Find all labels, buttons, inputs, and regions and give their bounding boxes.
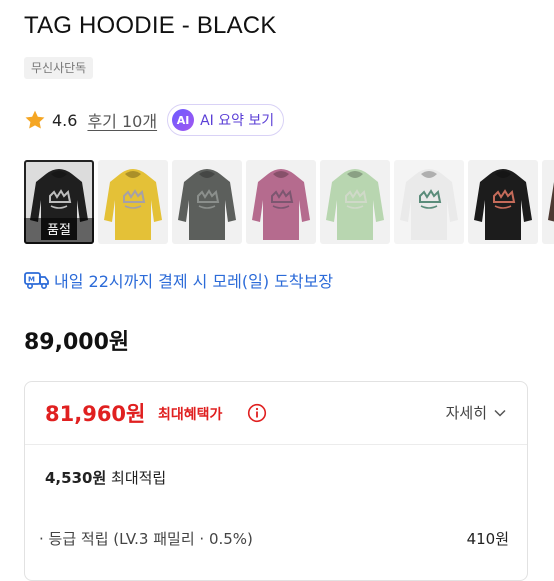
color-swatch-white[interactable] <box>394 160 464 244</box>
hoodie-thumbnail <box>468 160 538 244</box>
max-points-row: 4,530원 최대적립 <box>45 467 166 488</box>
rating-value: 4.6 <box>52 110 78 130</box>
hoodie-thumbnail <box>246 160 316 244</box>
color-swatch-black-2[interactable] <box>468 160 538 244</box>
star-icon <box>25 110 45 129</box>
max-benefit-row[interactable]: 81,960원 최대혜택가 자세히 <box>25 382 527 445</box>
review-count-link[interactable]: 후기 10개 <box>87 108 157 132</box>
exclusive-badge: 무신사단독 <box>24 57 94 79</box>
hoodie-thumbnail <box>98 160 168 244</box>
delivery-guarantee: M 내일 22시까지 결제 시 모레(일) 도착보장 <box>24 268 333 292</box>
hoodie-thumbnail <box>320 160 390 244</box>
max-benefit-price: 81,960원 <box>45 402 146 426</box>
hoodie-thumbnail <box>172 160 242 244</box>
grade-points-label: · 등급 적립 (LV.3 패밀리 · 0.5%) <box>39 530 253 548</box>
delivery-text: 내일 22시까지 결제 시 모레(일) 도착보장 <box>54 272 334 291</box>
hoodie-thumbnail <box>542 160 554 244</box>
grade-points-amount: 410원 <box>466 530 509 548</box>
color-swatch-charcoal[interactable] <box>172 160 242 244</box>
detail-toggle[interactable]: 자세히 <box>446 402 507 423</box>
chevron-down-icon <box>494 409 506 417</box>
color-swatch-yellow[interactable] <box>98 160 168 244</box>
info-icon[interactable] <box>247 403 267 423</box>
color-swatch-mauve[interactable] <box>246 160 316 244</box>
color-swatch-brown[interactable] <box>542 160 554 244</box>
color-swatch-list: 품절 <box>24 160 554 244</box>
product-title: TAG HOODIE - BLACK <box>24 12 277 39</box>
detail-label: 자세히 <box>445 404 487 422</box>
soldout-label: 품절 <box>24 218 94 244</box>
svg-text:M: M <box>28 276 35 284</box>
original-price: 89,000원 <box>24 330 130 355</box>
max-benefit-label: 최대혜택가 <box>158 407 223 423</box>
ai-summary-button[interactable]: AI AI 요약 보기 <box>167 104 285 136</box>
hoodie-thumbnail <box>394 160 464 244</box>
benefit-card: 81,960원 최대혜택가 자세히 4,530원 최대적립 · 등급 적립 (L… <box>24 381 528 581</box>
color-swatch-black[interactable]: 품절 <box>24 160 94 244</box>
ai-summary-label: AI 요약 보기 <box>200 113 275 129</box>
ai-icon: AI <box>172 109 195 131</box>
rating-row: 4.6 후기 10개 AI AI 요약 보기 <box>24 103 285 137</box>
color-swatch-mint[interactable] <box>320 160 390 244</box>
max-points-label: 최대적립 <box>111 469 167 487</box>
delivery-truck-icon: M <box>24 272 49 290</box>
max-points-amount: 4,530원 <box>45 469 107 487</box>
